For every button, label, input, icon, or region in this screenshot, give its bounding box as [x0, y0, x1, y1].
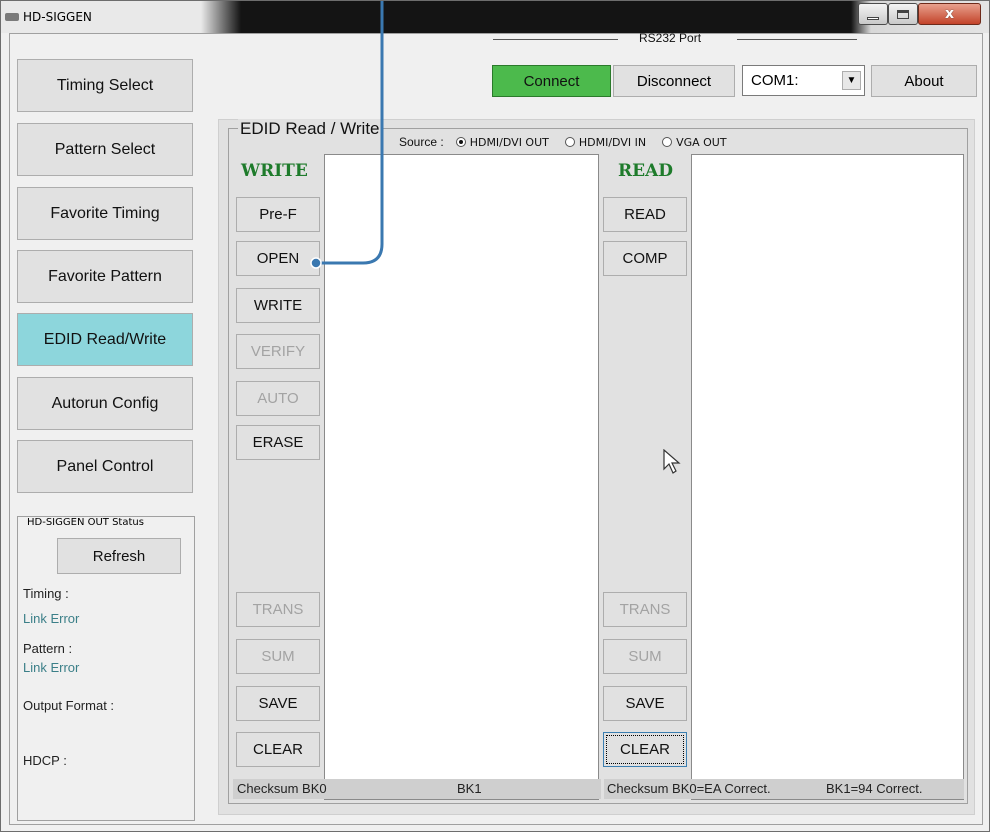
read-trans-button[interactable]: TRANS: [603, 592, 687, 627]
read-checksum-bk1: BK1=94 Correct.: [826, 781, 923, 796]
about-button[interactable]: About: [871, 65, 977, 97]
rs232-divider-left: [493, 39, 618, 40]
refresh-button[interactable]: Refresh: [57, 538, 181, 574]
write-sum-button[interactable]: SUM: [236, 639, 320, 674]
comp-button[interactable]: COMP: [603, 241, 687, 276]
edid-group-title: EDID Read / Write: [238, 119, 382, 139]
disconnect-button[interactable]: Disconnect: [613, 65, 735, 97]
read-heading: READ: [618, 161, 674, 181]
rs232-port-label: RS232 Port: [639, 31, 702, 45]
com-port-value: COM1:: [751, 72, 799, 89]
minimize-icon: [867, 16, 879, 20]
maximize-icon: [897, 9, 909, 19]
maximize-button[interactable]: [888, 3, 918, 25]
read-button[interactable]: READ: [603, 197, 687, 232]
nav-timing-select[interactable]: Timing Select: [17, 59, 193, 112]
source-radio-hdmi-dvi-out[interactable]: [455, 137, 466, 147]
status-group-title: HD-SIGGEN OUT Status: [25, 517, 146, 528]
source-option-label[interactable]: HDMI/DVI OUT: [470, 136, 549, 149]
read-checksum-bar: Checksum BK0=EA Correct. BK1=94 Correct.: [604, 779, 964, 799]
pattern-label: Pattern :: [23, 641, 73, 656]
nav-panel-control[interactable]: Panel Control: [17, 440, 193, 493]
mouse-pointer-icon: [663, 449, 681, 474]
source-radio-hdmi-dvi-in[interactable]: [564, 137, 575, 147]
read-data-textbox[interactable]: [691, 154, 964, 800]
write-button[interactable]: WRITE: [236, 288, 320, 323]
nav-autorun-config[interactable]: Autorun Config: [17, 377, 193, 430]
write-heading: WRITE: [241, 161, 308, 181]
read-checksum-bk0: Checksum BK0=EA Correct.: [607, 781, 771, 796]
app-icon: [5, 13, 19, 21]
auto-button[interactable]: AUTO: [236, 381, 320, 416]
write-data-textbox[interactable]: [324, 154, 599, 800]
output-format-label: Output Format :: [23, 698, 115, 713]
rs232-divider-right: [737, 39, 857, 40]
read-save-button[interactable]: SAVE: [603, 686, 687, 721]
read-sum-button[interactable]: SUM: [603, 639, 687, 674]
window-title: HD-SIGGEN: [23, 10, 92, 24]
write-checksum-bar: Checksum BK0 BK1: [233, 779, 601, 799]
close-button[interactable]: x: [918, 3, 981, 25]
pref-button[interactable]: Pre-F: [236, 197, 320, 232]
com-port-select[interactable]: COM1: ▼: [742, 65, 865, 96]
write-save-button[interactable]: SAVE: [236, 686, 320, 721]
nav-favorite-pattern[interactable]: Favorite Pattern: [17, 250, 193, 303]
source-label: Source :: [399, 135, 444, 149]
pattern-value: Link Error: [23, 660, 80, 675]
timing-label: Timing :: [23, 586, 69, 601]
read-clear-button[interactable]: CLEAR: [603, 732, 687, 767]
chevron-down-icon[interactable]: ▼: [842, 71, 861, 90]
source-option-label[interactable]: VGA OUT: [676, 136, 727, 149]
hdcp-label: HDCP :: [23, 753, 67, 768]
source-option-label[interactable]: HDMI/DVI IN: [579, 136, 646, 149]
minimize-button[interactable]: [858, 3, 888, 25]
source-radio-vga-out[interactable]: [662, 137, 673, 147]
verify-button[interactable]: VERIFY: [236, 334, 320, 369]
close-icon: x: [944, 6, 955, 22]
nav-favorite-timing[interactable]: Favorite Timing: [17, 187, 193, 240]
write-checksum-bk0: Checksum BK0: [237, 781, 327, 796]
app-window: HD-SIGGEN x Timing Select Pattern Select…: [0, 0, 990, 832]
connect-button[interactable]: Connect: [492, 65, 611, 97]
write-trans-button[interactable]: TRANS: [236, 592, 320, 627]
timing-value: Link Error: [23, 611, 80, 626]
title-bar[interactable]: HD-SIGGEN x: [1, 1, 989, 33]
erase-button[interactable]: ERASE: [236, 425, 320, 460]
open-button[interactable]: OPEN: [236, 241, 320, 276]
source-selector: Source : HDMI/DVI OUT HDMI/DVI IN VGA OU…: [399, 135, 737, 149]
nav-edid-read-write[interactable]: EDID Read/Write: [17, 313, 193, 366]
nav-pattern-select[interactable]: Pattern Select: [17, 123, 193, 176]
write-checksum-bk1: BK1: [457, 781, 482, 796]
write-clear-button[interactable]: CLEAR: [236, 732, 320, 767]
